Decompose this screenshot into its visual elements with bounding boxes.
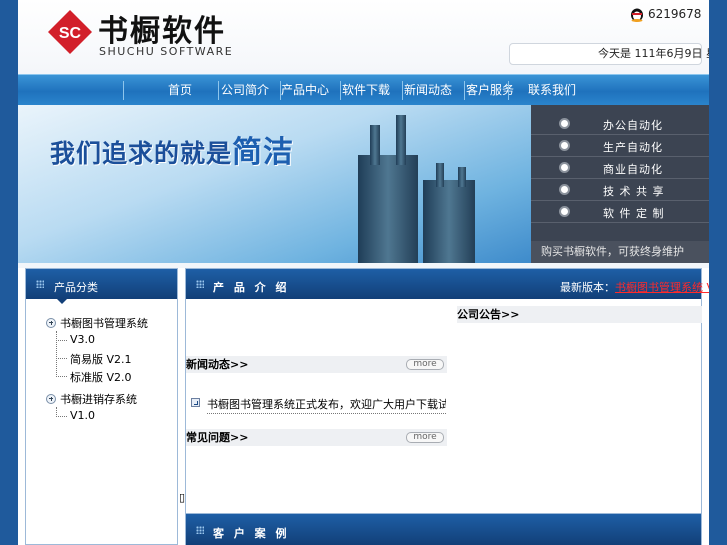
feature-note: 购买书橱软件，可获终身维护 (531, 241, 709, 263)
sidebar-title: 产品分类 (54, 281, 98, 294)
main-panel: 产 品 介 绍 最新版本：书橱图书管理系统 V3.0 发布 公司公告>> 新闻动… (185, 268, 709, 545)
qq-number: 6219678 (648, 7, 702, 21)
tree-item[interactable]: V1.0 (56, 409, 95, 422)
section-notice: 公司公告>> (457, 306, 702, 323)
cases-header: 客 户 案 例 (185, 513, 702, 545)
nav-item-products[interactable]: 产品中心 (273, 75, 337, 106)
site-header: SC 书橱软件 SHUCHU SOFTWARE 6219678 今天是 111年… (18, 0, 709, 74)
tree-group-label: 书橱进销存系统 (60, 393, 137, 406)
dots-icon (36, 280, 44, 288)
section-title: 新闻动态>> (186, 358, 249, 371)
logo-name-en: SHUCHU SOFTWARE (99, 45, 234, 58)
radio-dot-icon (559, 140, 570, 151)
radio-dot-icon (559, 184, 570, 195)
main-nav: 首页 公司简介 产品中心 软件下载 新闻动态 客户服务 联系我们 (18, 74, 709, 105)
tree-item[interactable]: 标准版 V2.0 (56, 369, 132, 385)
feature-menu: 办公自动化 生产自动化 商业自动化 技 术 共 享 软 件 定 制 (531, 105, 709, 263)
stray-glyph: ▯ (179, 491, 186, 504)
logo-name-cn: 书橱软件 (98, 14, 226, 49)
page: SC 书橱软件 SHUCHU SOFTWARE 6219678 今天是 111年… (18, 0, 709, 545)
nav-separator (123, 81, 124, 100)
feature-item-custom[interactable]: 软 件 定 制 (531, 201, 709, 223)
logo-mark-icon: SC (48, 10, 92, 54)
nav-item-contact[interactable]: 联系我们 (520, 75, 584, 106)
sidebar-panel: 产品分类 书橱图书管理系统 V3.0 简易版 V2.1 标准版 V2.0 书橱进… (25, 268, 178, 545)
nav-item-news[interactable]: 新闻动态 (396, 75, 460, 106)
more-button[interactable]: more (406, 359, 444, 370)
tree-item[interactable]: V3.0 (56, 333, 95, 346)
arrow-link-icon (191, 398, 200, 407)
hero-banner: 我们追求的就是简洁 (18, 105, 531, 263)
list-item[interactable]: 书橱图书管理系统正式发布，欢迎广大用户下载试用… (191, 396, 446, 414)
building-image (423, 180, 475, 263)
slogan-highlight: 简洁 (232, 135, 295, 170)
building-spire (370, 125, 380, 165)
qq-penguin-icon (631, 8, 643, 22)
radio-dot-icon (559, 118, 570, 129)
banner-slogan: 我们追求的就是简洁 (50, 127, 294, 171)
nav-item-download[interactable]: 软件下载 (334, 75, 398, 106)
section-news: 新闻动态>> more (186, 356, 447, 373)
building-spire (458, 167, 466, 187)
radio-dot-icon (559, 162, 570, 173)
news-title[interactable]: 书橱图书管理系统正式发布，欢迎广大用户下载试用… (207, 396, 446, 414)
latest-label: 最新版本： (560, 281, 615, 294)
feature-item-commerce[interactable]: 商业自动化 (531, 157, 709, 179)
expand-icon (46, 318, 56, 328)
building-image (358, 155, 418, 263)
slogan-main: 我们追求的就是 (50, 139, 233, 168)
radio-dot-icon (559, 206, 570, 217)
nav-item-home[interactable]: 首页 (148, 75, 212, 106)
expand-icon (46, 394, 56, 404)
latest-version-link[interactable]: 书橱图书管理系统 V3.0 发布 (615, 281, 709, 294)
dots-icon (196, 526, 204, 534)
building-spire (396, 115, 406, 165)
tree-item[interactable]: 简易版 V2.1 (56, 351, 132, 367)
nav-item-service[interactable]: 客户服务 (458, 75, 522, 106)
main-header: 产 品 介 绍 最新版本：书橱图书管理系统 V3.0 发布 (186, 269, 709, 299)
date-display: 今天是 111年6月9日 星期三 (509, 43, 709, 65)
sidebar-header: 产品分类 (26, 269, 177, 299)
dots-icon (196, 280, 204, 288)
feature-item-production[interactable]: 生产自动化 (531, 135, 709, 157)
feature-item-office[interactable]: 办公自动化 (531, 113, 709, 135)
caret-down-icon (56, 298, 68, 304)
more-button[interactable]: more (406, 432, 444, 443)
building-spire (436, 163, 444, 187)
tree-group-label: 书橱图书管理系统 (60, 317, 148, 330)
main-title: 产 品 介 绍 (213, 281, 290, 294)
cases-title: 客 户 案 例 (213, 527, 290, 540)
feature-item-tech-share[interactable]: 技 术 共 享 (531, 179, 709, 201)
section-title: 常见问题>> (186, 431, 249, 444)
section-faq: 常见问题>> more (186, 429, 447, 446)
tree-group-library[interactable]: 书橱图书管理系统 (46, 315, 148, 331)
qq-contact[interactable]: 6219678 (630, 6, 701, 22)
tree-group-inventory[interactable]: 书橱进销存系统 (46, 391, 137, 407)
latest-version: 最新版本：书橱图书管理系统 V3.0 发布 (560, 279, 709, 295)
svg-text:SC: SC (59, 25, 82, 42)
nav-separator (508, 81, 509, 100)
nav-item-about[interactable]: 公司简介 (213, 75, 277, 106)
